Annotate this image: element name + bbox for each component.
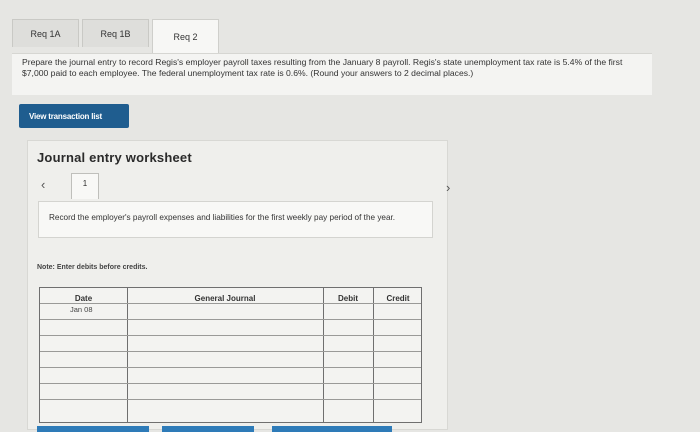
- tab-req-1b[interactable]: Req 1B: [82, 19, 149, 47]
- chevron-right-icon[interactable]: ›: [446, 180, 450, 195]
- instructions-text: Prepare the journal entry to record Regi…: [12, 53, 652, 95]
- row-divider: [40, 367, 421, 368]
- tab-bar: Req 1A Req 1B Req 2: [12, 19, 222, 53]
- journal-table: Date General Journal Debit Credit Jan 08: [39, 287, 422, 423]
- tab-req-1a[interactable]: Req 1A: [12, 19, 79, 47]
- view-general-journal-button[interactable]: [272, 426, 392, 432]
- column-divider: [323, 288, 324, 422]
- entry-description: Record the employer's payroll expenses a…: [38, 201, 433, 238]
- record-entry-button[interactable]: [37, 426, 149, 432]
- column-header-credit: Credit: [386, 294, 410, 303]
- view-transaction-list-button[interactable]: View transaction list: [19, 104, 129, 128]
- row-divider: [40, 319, 421, 320]
- column-header-date: Date: [74, 294, 93, 303]
- column-header-general-journal: General Journal: [194, 294, 256, 303]
- tab-req-2[interactable]: Req 2: [152, 19, 219, 53]
- row-divider: [40, 383, 421, 384]
- row-divider: [40, 399, 421, 400]
- column-divider: [373, 288, 374, 422]
- column-divider: [127, 288, 128, 422]
- note-text: Note: Enter debits before credits.: [37, 264, 148, 271]
- clear-entry-button[interactable]: [162, 426, 254, 432]
- chevron-left-icon[interactable]: ‹: [41, 177, 45, 192]
- journal-entry-worksheet: Journal entry worksheet ‹ 1 Record the e…: [27, 140, 448, 430]
- worksheet-title: Journal entry worksheet: [37, 150, 192, 165]
- date-cell: Jan 08: [70, 305, 93, 314]
- row-divider: [40, 351, 421, 352]
- column-header-debit: Debit: [338, 294, 358, 303]
- row-divider: [40, 303, 421, 304]
- row-divider: [40, 335, 421, 336]
- worksheet-page-tab[interactable]: 1: [71, 173, 99, 199]
